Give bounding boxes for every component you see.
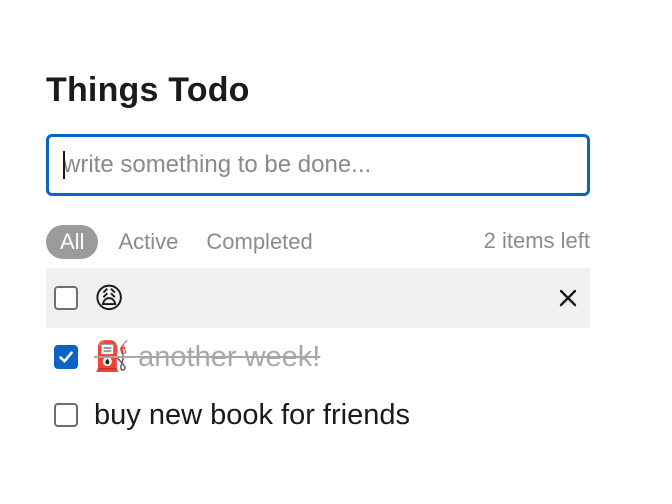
- todo-app: Things Todo All Active Completed 2 items…: [46, 64, 590, 444]
- filter-completed[interactable]: Completed: [196, 225, 322, 259]
- todo-toggle-checkbox[interactable]: [54, 403, 78, 427]
- todo-label: buy new book for friends: [94, 398, 410, 431]
- page-title: Things Todo: [46, 71, 250, 109]
- todo-item[interactable]: ⛽ another week!: [46, 328, 590, 386]
- text-caret: [63, 151, 65, 179]
- todo-item[interactable]: 😩: [46, 268, 590, 328]
- filter-active[interactable]: Active: [108, 225, 188, 259]
- todo-item[interactable]: buy new book for friends: [46, 386, 590, 444]
- items-left-count: 2 items left: [483, 228, 590, 253]
- close-icon[interactable]: [556, 286, 580, 310]
- new-todo-input[interactable]: [49, 137, 587, 193]
- todo-label: 😩: [94, 282, 125, 315]
- todo-toggle-checkbox[interactable]: [54, 286, 78, 310]
- checkmark-icon: [59, 351, 73, 363]
- new-todo-field-wrapper: [46, 134, 590, 196]
- todo-label: ⛽ another week!: [94, 341, 321, 373]
- todo-list: 😩 ⛽ another week! buy new book for frien…: [46, 268, 590, 444]
- todo-toggle-checkbox[interactable]: [54, 345, 78, 369]
- filter-bar: All Active Completed 2 items left: [46, 224, 590, 260]
- filter-all[interactable]: All: [46, 225, 99, 259]
